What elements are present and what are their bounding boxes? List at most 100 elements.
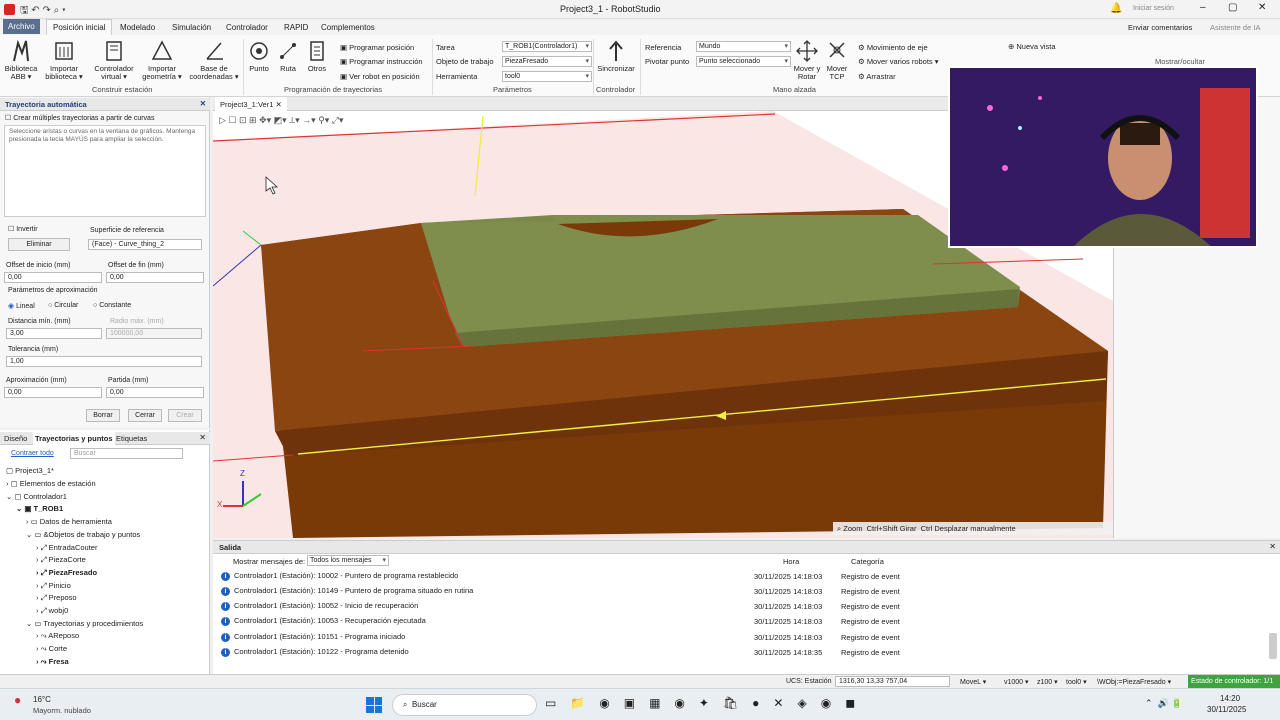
quick-access-toolbar[interactable]: 🖫 ↶ ↷ ⌕ ▾	[20, 3, 66, 20]
close-button[interactable]: ✕	[1258, 2, 1266, 13]
tab-posicion-inicial[interactable]: Posición inicial	[46, 19, 113, 35]
ref-surface-field[interactable]: (Face) - Curve_thing_2	[88, 239, 202, 250]
target-button[interactable]: Punto	[246, 39, 272, 73]
output-row[interactable]: i Controlador1 (Estación): 10151 - Progra…	[221, 632, 405, 642]
tree-node-fresa[interactable]: › ⤳ Fresa	[36, 657, 69, 667]
show-hide-button[interactable]: Mostrar/ocultar	[1155, 57, 1205, 66]
bell-icon[interactable]: 🔔	[1110, 3, 1122, 14]
reference-select[interactable]: Mundo	[696, 41, 791, 52]
close-icon[interactable]: ✕	[200, 99, 206, 108]
min-distance-field[interactable]: 3,00	[6, 328, 102, 339]
tree-search[interactable]: Buscar	[70, 448, 183, 459]
col-hora[interactable]: Hora	[783, 557, 799, 566]
tool-status-select[interactable]: tool0 ▾	[1066, 678, 1087, 686]
approach-field[interactable]: 0,00	[4, 387, 102, 398]
move-instruction-select[interactable]: MoveL ▾	[960, 678, 986, 686]
tree-node-piezacorte[interactable]: › ⤢ PiezaCorte	[36, 555, 86, 565]
others-button[interactable]: Otros	[304, 39, 330, 73]
circular-radio[interactable]: ○ Circular	[48, 302, 78, 309]
tab-simulacion[interactable]: Simulación	[169, 23, 214, 32]
tool-select[interactable]: tool0	[502, 71, 592, 82]
tree-node-tooldata[interactable]: › ▭ Datos de herramienta	[26, 517, 112, 526]
new-view-button[interactable]: ⊕ Nueva vista	[1008, 42, 1056, 51]
col-categoria[interactable]: Categoría	[851, 557, 884, 566]
multi-robot-button[interactable]: ⚙ Mover varios robots ▾	[858, 57, 939, 66]
import-geometry-button[interactable]: Importar geometría ▾	[142, 39, 182, 81]
ai-assistant-link[interactable]: Asistente de IA	[1210, 23, 1260, 32]
abb-library-button[interactable]: Biblioteca ABB ▾	[3, 39, 39, 81]
controller-status-badge[interactable]: Estado de controlador: 1/1	[1188, 675, 1280, 688]
minimize-button[interactable]: –	[1200, 2, 1206, 13]
signin-link[interactable]: Iniciar sesión	[1133, 5, 1174, 12]
tree-node-project[interactable]: ▢ Project3_1*	[6, 466, 54, 475]
taskbar-apps[interactable]: ▭📁◉▣▦◉✦🛍●✕◈◉◼	[545, 696, 869, 710]
eliminar-button[interactable]: Eliminar	[8, 238, 70, 251]
constant-radio[interactable]: ○ Constante	[93, 302, 131, 309]
output-row[interactable]: i Controlador1 (Estación): 10002 - Punter…	[221, 571, 458, 581]
tree-node-entradacouter[interactable]: › ⤢ EntradaCouter	[36, 543, 97, 553]
start-button[interactable]	[366, 697, 382, 713]
speed-select[interactable]: v1000 ▾	[1004, 678, 1029, 686]
tree-node-controller[interactable]: ⌄ ▢ Controlador1	[6, 492, 67, 501]
output-scrollbar[interactable]	[1269, 633, 1277, 659]
output-row[interactable]: i Controlador1 (Estación): 10122 - Progra…	[221, 647, 409, 657]
departure-field[interactable]: 0,00	[106, 387, 204, 398]
tree-node-wobj0[interactable]: › ⤢ wobj0	[36, 606, 68, 616]
output-row[interactable]: i Controlador1 (Estación): 10053 - Recupe…	[221, 616, 426, 626]
offset-start-field[interactable]: 0,00	[4, 272, 102, 283]
tab-controlador[interactable]: Controlador	[223, 23, 271, 32]
frame-button[interactable]: Base de coordenadas ▾	[188, 39, 240, 81]
tab-diseno[interactable]: Diseño	[4, 434, 27, 443]
tree-node-station-elements[interactable]: › ▢ Elementos de estación	[6, 479, 96, 488]
tab-complementos[interactable]: Complementos	[318, 23, 378, 32]
tolerance-field[interactable]: 1,00	[6, 356, 202, 367]
tree-node-workobjects[interactable]: ⌄ ▭ &Objetos de trabajo y puntos	[26, 530, 140, 539]
viewport-toolbar[interactable]: ▷ ☐ ⊡ ⊞ ✥▾ ◩▾ ⟂▾ →▾ ⚲▾ ⤢▾	[219, 115, 344, 126]
drag-button[interactable]: ⚙ Arrastrar	[858, 72, 896, 81]
zone-select[interactable]: z100 ▾	[1037, 678, 1058, 686]
selection-box[interactable]: Seleccione aristas o curvas en la ventan…	[4, 125, 206, 217]
import-library-button[interactable]: Importar biblioteca ▾	[44, 39, 84, 81]
teach-target-button[interactable]: ▣ Programar posición	[340, 43, 414, 52]
tab-trayectorias[interactable]: Trayectorias y puntos	[33, 432, 115, 445]
viewport-tab[interactable]: Project3_1:Ver1 ✕	[215, 97, 287, 111]
task-select[interactable]: T_ROB1(Controlador1)	[502, 41, 592, 52]
offset-end-field[interactable]: 0,00	[106, 272, 204, 283]
maximize-button[interactable]: ▢	[1228, 2, 1237, 13]
tab-modelado[interactable]: Modelado	[117, 23, 158, 32]
collapse-all-link[interactable]: Contraer todo	[11, 450, 54, 457]
weather-icon[interactable]: ●	[14, 693, 21, 707]
output-row[interactable]: i Controlador1 (Estación): 10149 - Punter…	[221, 586, 473, 596]
tree-node-preposo[interactable]: › ⤢ Preposo	[36, 593, 77, 603]
invert-checkbox[interactable]: ☐ Invertir	[8, 225, 38, 233]
tree-node-corte[interactable]: › ⤳ Corte	[36, 644, 67, 654]
linear-radio[interactable]: ◉ Lineal	[8, 302, 35, 310]
tree-node-pinicio[interactable]: › ⤢ Pinicio	[36, 581, 71, 591]
workobject-select[interactable]: PiezaFresado	[502, 56, 592, 67]
cerrar-button[interactable]: Cerrar	[128, 409, 162, 422]
tab-etiquetas[interactable]: Etiquetas	[116, 434, 147, 443]
pivot-select[interactable]: Punto seleccionado	[696, 56, 791, 67]
view-robot-button[interactable]: ▣ Ver robot en posición	[340, 72, 420, 81]
filter-select[interactable]: Todos los mensajes	[307, 555, 389, 566]
borrar-button[interactable]: Borrar	[86, 409, 120, 422]
tree-node-paths[interactable]: ⌄ ▭ Trayectorias y procedimientos	[26, 619, 143, 628]
close-icon[interactable]: ✕	[1269, 542, 1276, 551]
joint-jog-button[interactable]: ⚙ Movimiento de eje	[858, 43, 928, 52]
sync-button[interactable]: Sincronizar	[595, 39, 637, 73]
multi-curve-checkbox[interactable]: ☐ Crear múltiples trayectorias a partir …	[5, 114, 154, 122]
tree-node-piezafresado[interactable]: › ⤢ PiezaFresado	[36, 568, 97, 578]
feedback-link[interactable]: Enviar comentarios	[1128, 23, 1192, 32]
wobj-select[interactable]: \WObj:=PiezaFresado ▾	[1097, 678, 1171, 686]
tab-rapid[interactable]: RAPID	[281, 23, 311, 32]
virtual-controller-button[interactable]: Controlador virtual ▾	[90, 39, 138, 81]
system-tray[interactable]: ⌃ 🔊 🔋	[1145, 698, 1182, 709]
taskbar-search[interactable]: ⌕ Buscar	[392, 694, 537, 716]
tree-node-trob1[interactable]: ⌄ ▣ T_ROB1	[16, 504, 63, 513]
output-row[interactable]: i Controlador1 (Estación): 10052 - Inicio…	[221, 601, 418, 611]
teach-instruction-button[interactable]: ▣ Programar instrucción	[340, 57, 423, 66]
move-tcp-button[interactable]: Mover TCP	[823, 39, 851, 81]
tree-node-areposo[interactable]: › ⤳ AReposo	[36, 631, 79, 641]
close-icon[interactable]: ✕	[199, 433, 206, 442]
path-button[interactable]: Ruta	[276, 39, 300, 73]
